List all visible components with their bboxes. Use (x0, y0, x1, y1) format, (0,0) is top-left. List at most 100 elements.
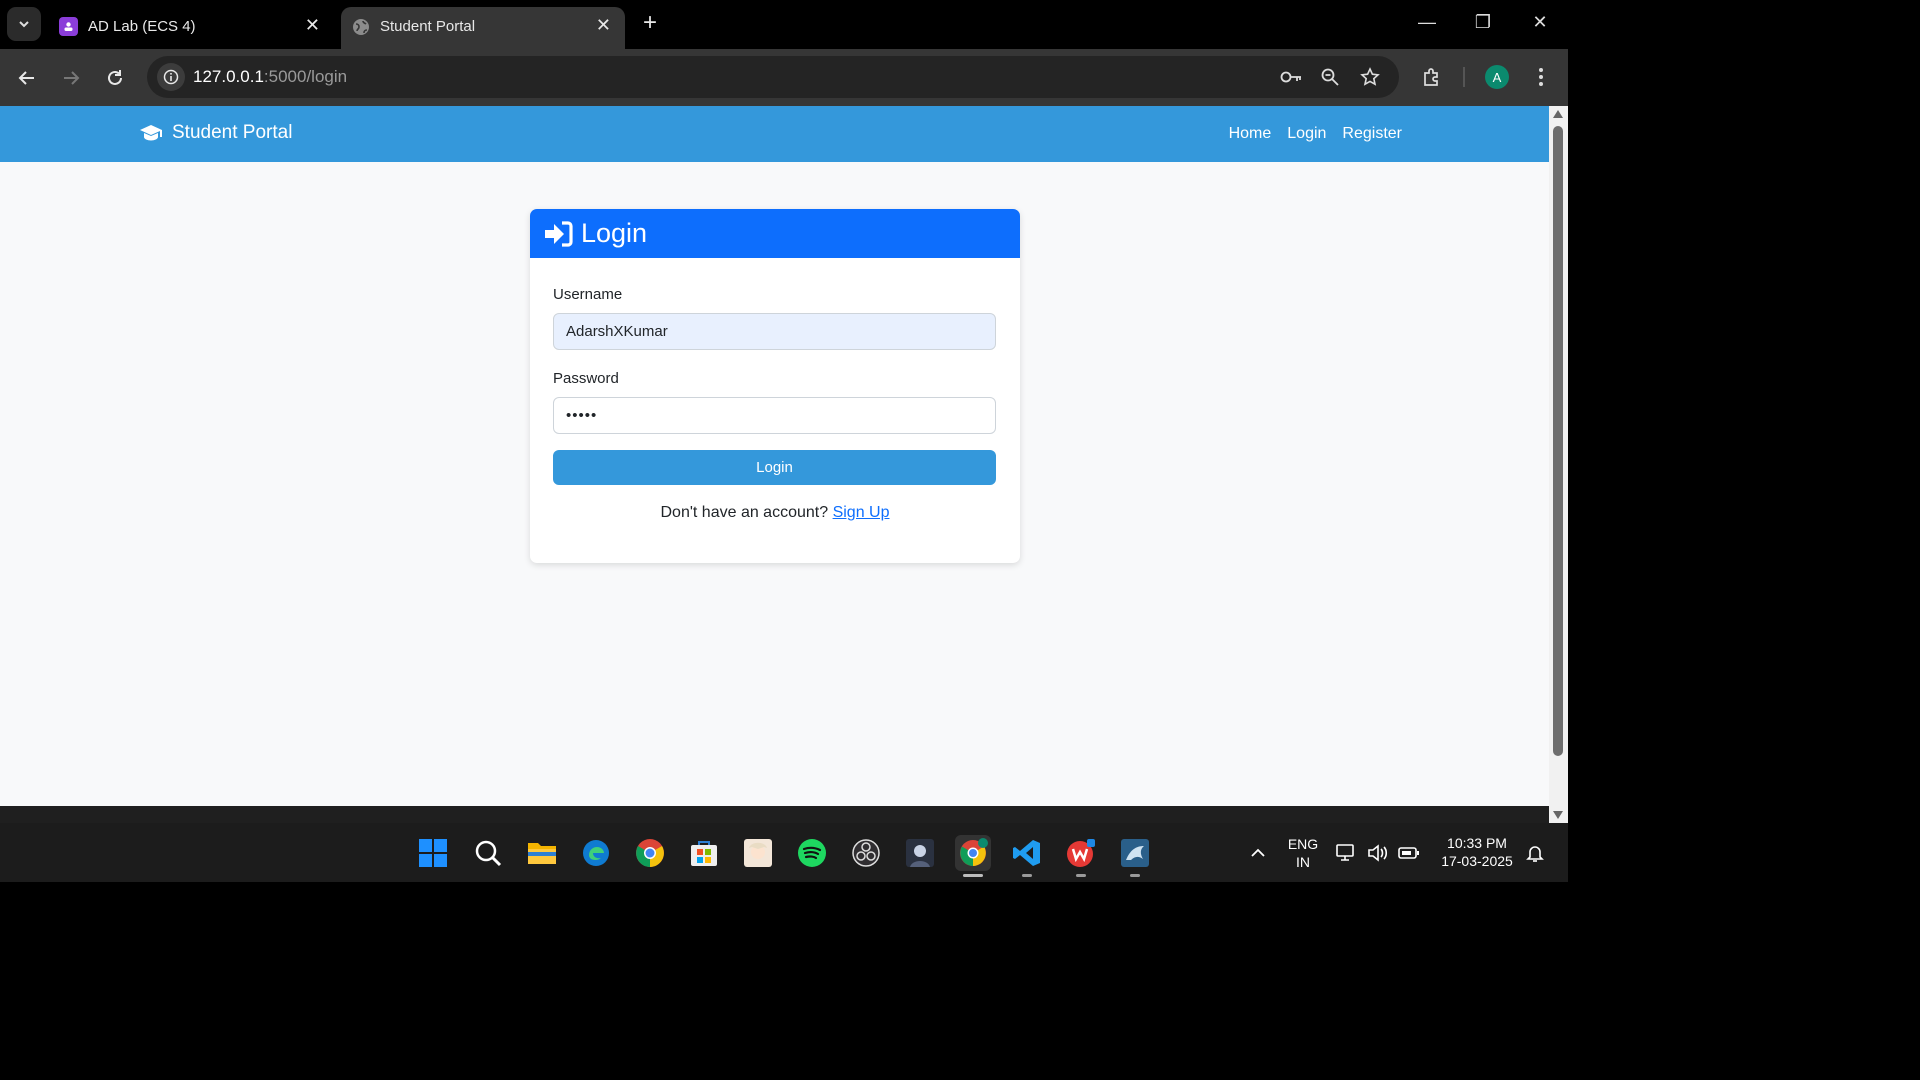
start-button[interactable] (415, 835, 451, 871)
anime-character-icon (744, 839, 772, 867)
login-button[interactable]: Login (553, 450, 996, 485)
site-navbar: Student Portal Home Login Register (0, 106, 1549, 162)
obs-icon (852, 839, 880, 867)
running-app-indicator (1130, 874, 1140, 877)
back-button[interactable] (12, 63, 42, 93)
store-icon (691, 841, 717, 866)
edge-app[interactable] (578, 835, 614, 871)
bottom-bar (0, 806, 1549, 823)
battery-icon (1398, 847, 1419, 859)
running-app-indicator (1076, 874, 1086, 877)
site-nav-links: Home Login Register (1229, 125, 1402, 143)
new-tab-button[interactable]: + (637, 10, 663, 36)
show-hidden-icons-button[interactable] (1240, 835, 1276, 871)
search-button[interactable] (470, 835, 506, 871)
edge-icon (583, 840, 609, 866)
network-icon (1336, 844, 1354, 861)
scroll-down-arrow-icon[interactable] (1553, 811, 1563, 819)
minimize-icon[interactable]: — (1412, 12, 1442, 33)
mysql-workbench-app[interactable] (1117, 835, 1153, 877)
scrollbar-thumb[interactable] (1553, 126, 1563, 756)
language-indicator[interactable]: ENG IN (1285, 835, 1321, 871)
password-input[interactable]: ••••• (553, 397, 996, 434)
vscode-app[interactable] (1009, 835, 1045, 877)
folder-icon (528, 843, 556, 864)
tab-ad-lab[interactable]: AD Lab (ECS 4) ✕ (49, 7, 334, 49)
password-label: Password (553, 370, 619, 387)
sign-in-icon (545, 220, 573, 247)
browser-tab-bar: AD Lab (ECS 4) ✕ Student Portal ✕ + — ❐ … (0, 0, 1568, 49)
close-tab-icon[interactable]: ✕ (596, 15, 611, 36)
chrome-app[interactable] (632, 835, 668, 871)
network-status[interactable] (1331, 835, 1361, 871)
profile-avatar[interactable]: A (1485, 65, 1509, 89)
battery-status[interactable] (1394, 835, 1424, 871)
arrow-right-icon (64, 71, 80, 85)
tab-title: Student Portal (380, 18, 476, 35)
clock-time: 10:33 PM (1447, 835, 1507, 851)
menu-kebab-icon[interactable] (1527, 63, 1555, 91)
game-character-icon (906, 839, 934, 867)
signup-prompt-text: Don't have an account? (660, 504, 829, 521)
bookmark-star-icon[interactable] (1358, 65, 1382, 89)
nav-link-register[interactable]: Register (1342, 125, 1402, 143)
forward-button[interactable] (56, 63, 86, 93)
nav-link-home[interactable]: Home (1229, 125, 1272, 143)
close-window-icon[interactable]: ✕ (1525, 12, 1555, 33)
file-explorer-app[interactable] (524, 835, 560, 871)
chrome-icon (636, 839, 664, 867)
extensions-icon[interactable] (1418, 63, 1446, 91)
clock[interactable]: 10:33 PM 17-03-2025 (1432, 834, 1522, 870)
restore-icon[interactable]: ❐ (1468, 12, 1498, 33)
wps-icon (1067, 839, 1095, 867)
obs-app[interactable] (848, 835, 884, 871)
microsoft-store-app[interactable] (686, 835, 722, 871)
arrow-left-icon (18, 71, 34, 85)
tab-student-portal[interactable]: Student Portal ✕ (341, 7, 625, 49)
game-app[interactable] (902, 835, 938, 871)
page-viewport: Student Portal Home Login Register Login… (0, 106, 1549, 806)
active-app-indicator (963, 874, 983, 877)
search-icon (475, 840, 502, 867)
speaker-icon (1368, 844, 1388, 862)
toolbar-divider (1463, 67, 1465, 87)
dolphin-icon (1121, 839, 1149, 867)
address-bar[interactable]: 127.0.0.1:5000/login (147, 56, 1399, 98)
clock-date: 17-03-2025 (1441, 853, 1513, 869)
tab-title: AD Lab (ECS 4) (88, 18, 196, 35)
scroll-up-arrow-icon[interactable] (1553, 110, 1563, 118)
anime-app[interactable] (740, 835, 776, 871)
username-label: Username (553, 286, 623, 303)
language-code: ENG (1287, 836, 1319, 852)
chrome-profile-app[interactable] (955, 835, 991, 877)
chevron-up-icon (1251, 848, 1265, 857)
login-card-header: Login (530, 209, 1020, 258)
windows-taskbar: ENG IN 10:33 PM 17-03-2025 (0, 823, 1568, 882)
notifications-button[interactable] (1521, 835, 1549, 871)
site-brand[interactable]: Student Portal (139, 122, 292, 144)
brand-label: Student Portal (172, 122, 293, 143)
site-info-icon[interactable] (157, 63, 185, 91)
graduation-cap-icon (140, 125, 162, 141)
zoom-icon[interactable] (1318, 65, 1342, 89)
wps-office-app[interactable] (1063, 835, 1099, 877)
tab-search-button[interactable] (7, 7, 41, 41)
chrome-icon (960, 838, 988, 866)
vertical-scrollbar[interactable] (1549, 106, 1568, 823)
notification-bell-icon (1526, 846, 1544, 862)
browser-toolbar: 127.0.0.1:5000/login A (0, 49, 1568, 106)
chevron-down-icon (19, 21, 29, 28)
nav-link-login[interactable]: Login (1287, 125, 1326, 143)
reload-button[interactable] (100, 63, 130, 93)
signup-link[interactable]: Sign Up (833, 504, 890, 521)
login-card: Login Username AdarshXKumar Password •••… (530, 209, 1020, 563)
spotify-app[interactable] (794, 835, 830, 871)
login-title: Login (581, 218, 648, 248)
windows-logo-icon (419, 839, 447, 867)
password-key-icon[interactable] (1279, 65, 1303, 89)
classroom-icon (59, 17, 78, 36)
close-tab-icon[interactable]: ✕ (305, 15, 320, 36)
volume-control[interactable] (1363, 835, 1393, 871)
globe-icon (351, 17, 370, 36)
username-input[interactable]: AdarshXKumar (553, 313, 996, 350)
